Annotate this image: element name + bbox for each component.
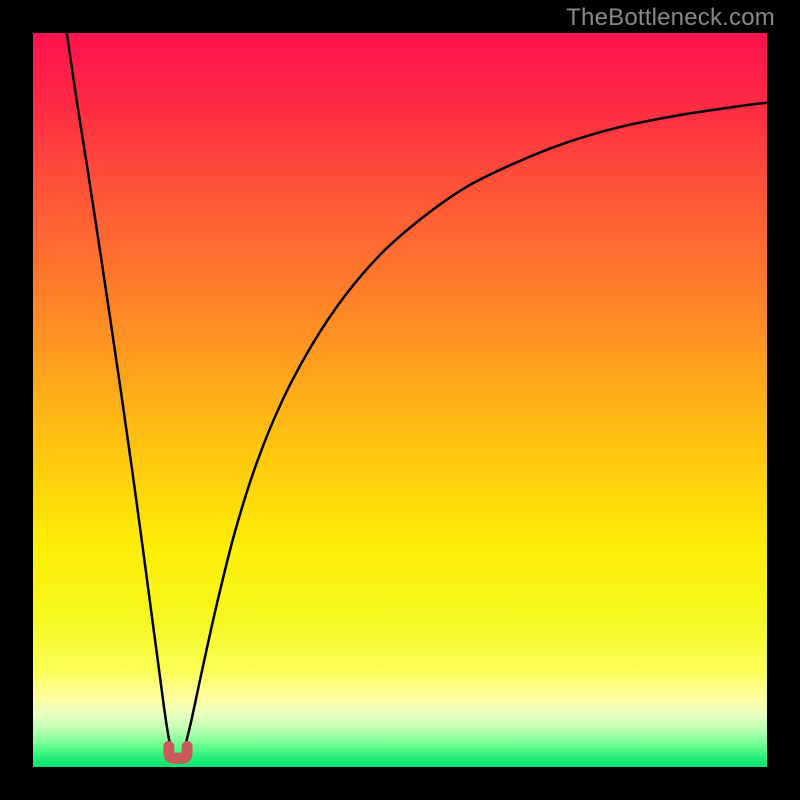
chart-frame	[33, 33, 767, 767]
watermark-text: TheBottleneck.com	[566, 4, 775, 32]
valley-marker	[169, 746, 187, 758]
curve-layer	[33, 33, 767, 767]
curve-left-branch	[67, 33, 172, 752]
curve-right-branch	[183, 103, 767, 753]
